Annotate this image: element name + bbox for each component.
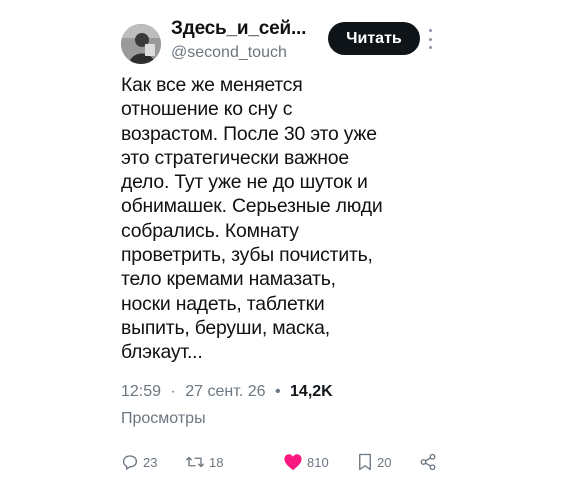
retweet-count: 18	[209, 454, 224, 470]
avatar[interactable]	[121, 24, 161, 64]
tweet-date[interactable]: 27 сент. 26	[185, 383, 265, 400]
tweet-text: Как все же меняется отношение ко сну с в…	[121, 73, 437, 365]
more-dot	[428, 46, 432, 49]
bookmark-count: 20	[377, 454, 392, 470]
tweet-text-line: обнимашек. Серьезные люди	[121, 195, 383, 218]
tweet-text-line: проветрить, зубы почистить,	[121, 244, 373, 267]
tweet-text-line: носки надеть, таблетки	[121, 292, 325, 315]
more-options-icon[interactable]	[428, 29, 432, 49]
retweet-button[interactable]: 18	[185, 451, 223, 473]
more-dot	[428, 37, 432, 41]
share-button[interactable]	[419, 451, 437, 473]
tweet-text-line: это стратегически важное	[121, 146, 349, 169]
author-handle[interactable]: @second_touch	[171, 44, 287, 62]
tweet-text-line: отношение ко сну с	[121, 98, 293, 121]
author-name[interactable]: Здесь_и_сей...	[171, 18, 306, 40]
heart-icon	[284, 454, 302, 471]
tweet-text-line: собрались. Комнату	[121, 219, 299, 242]
meta-separator: ·	[170, 383, 176, 400]
views-count: 14,2K	[290, 383, 333, 400]
tweet-card: Здесь_и_сей... @second_touch Читать Как …	[0, 0, 569, 487]
bookmark-icon	[359, 453, 371, 471]
reply-count: 23	[143, 454, 158, 470]
follow-button[interactable]: Читать	[328, 22, 420, 55]
bookmark-button[interactable]: 20	[357, 451, 391, 473]
like-button[interactable]: 810	[283, 451, 329, 473]
share-icon	[420, 453, 436, 471]
retweet-icon	[186, 456, 204, 468]
tweet-meta: 12:59 · 27 сент. 26 • 14,2K	[121, 383, 333, 401]
tweet-text-line: возрастом. После 30 это уже	[121, 122, 377, 145]
tweet-time[interactable]: 12:59	[121, 383, 161, 400]
tweet-text-line: выпить, беруши, маска,	[121, 316, 330, 339]
action-bar: 23 18 810 20	[121, 451, 441, 473]
tweet-text-line: Как все же меняется	[121, 74, 303, 96]
avatar-image	[121, 24, 161, 64]
tweet-text-line: блэкаут...	[121, 341, 203, 364]
tweet-text-line: тело кремами намазать,	[121, 268, 336, 291]
like-count: 810	[307, 454, 329, 470]
reply-icon	[122, 455, 138, 470]
more-dot	[428, 29, 432, 32]
tweet-text-line: дело. Тут уже не до шуток и	[121, 171, 368, 194]
reply-button[interactable]: 23	[121, 451, 157, 473]
meta-separator: •	[274, 383, 281, 400]
views-label: Просмотры	[121, 410, 206, 427]
